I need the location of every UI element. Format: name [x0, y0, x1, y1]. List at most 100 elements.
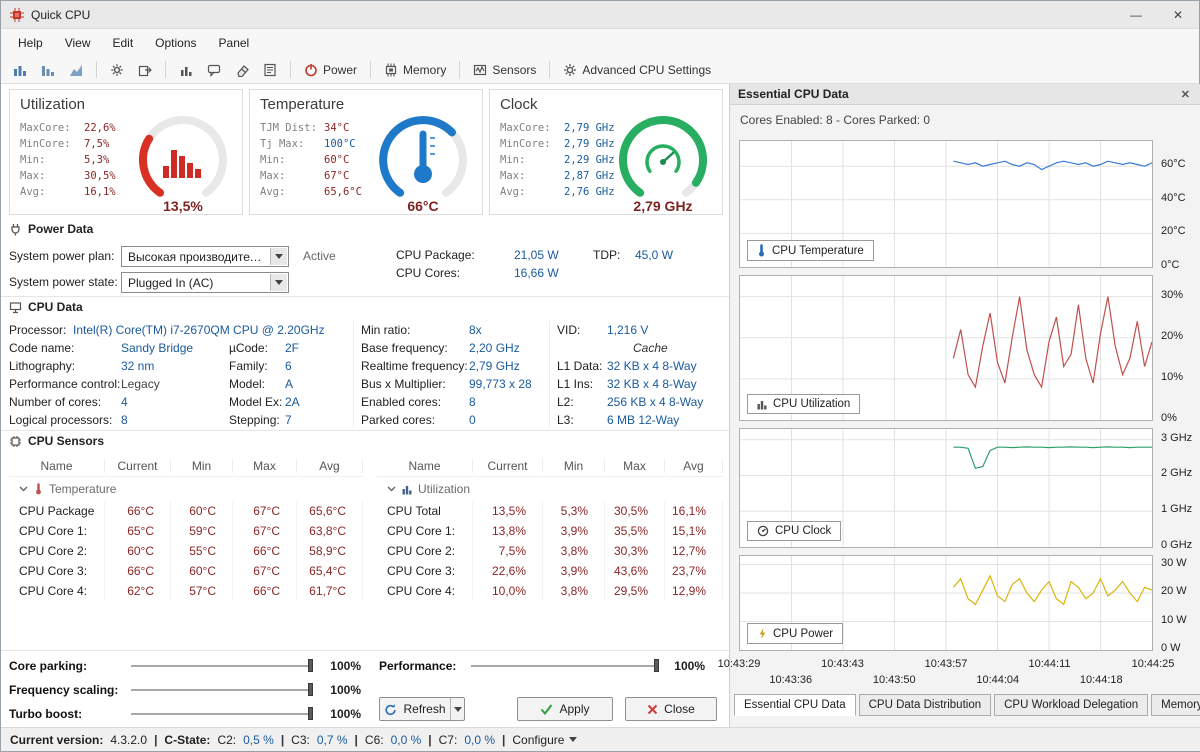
field-row: µCode: 2F: [229, 339, 300, 357]
slider-handle[interactable]: [308, 659, 313, 672]
table-row[interactable]: CPU Core 4: 10,0% 3,8% 29,5% 12,9%: [377, 581, 723, 601]
advanced-cpu-settings-button[interactable]: Advanced CPU Settings: [557, 60, 717, 80]
refresh-icon: [385, 703, 397, 715]
menu-edit[interactable]: Edit: [101, 32, 144, 54]
metrics-icon[interactable]: [173, 60, 199, 80]
performance-slider[interactable]: [471, 659, 659, 672]
menu-view[interactable]: View: [54, 32, 102, 54]
sensor-value: 13,5%: [473, 501, 543, 521]
table-row[interactable]: CPU Core 1: 65°C 59°C 67°C 63,8°C: [9, 521, 363, 541]
x-axis-tick-label: 10:43:36: [769, 674, 813, 686]
field-value: 8x: [469, 323, 482, 337]
table-row[interactable]: CPU Core 1: 13,8% 3,9% 35,5% 15,1%: [377, 521, 723, 541]
cpu-power-chart-label[interactable]: CPU Power: [747, 623, 844, 644]
col-current: Current: [473, 458, 543, 473]
bar-chart-icon: [757, 400, 767, 409]
power-plan-select[interactable]: Высокая производительность: [121, 246, 289, 267]
quick-cpu-window: Quick CPU — ✕ Help View Edit Options Pan…: [0, 0, 1200, 752]
close-button[interactable]: Close: [625, 697, 717, 721]
menu-help[interactable]: Help: [7, 32, 54, 54]
field-value: 45,0 W: [635, 248, 674, 262]
column-chart-icon[interactable]: [7, 60, 33, 80]
temperature-value: 66°C: [407, 198, 439, 214]
field-value: 7: [285, 413, 292, 427]
power-state-select[interactable]: Plugged In (AC): [121, 272, 289, 293]
export-icon[interactable]: [132, 60, 158, 80]
cpu-utilization-chart-label[interactable]: CPU Utilization: [747, 394, 861, 414]
turbo-boost-label: Turbo boost:: [9, 707, 83, 721]
chevron-down-icon: [569, 737, 578, 742]
x-axis-tick-label: 10:43:29: [717, 658, 761, 670]
table-row[interactable]: CPU Core 2: 60°C 55°C 66°C 58,9°C: [9, 541, 363, 561]
table-row[interactable]: CPU Core 4: 62°C 57°C 66°C 61,7°C: [9, 581, 363, 601]
c3-label: C3:: [291, 732, 310, 747]
panel-title: Essential CPU Data: [738, 87, 849, 101]
close-icon[interactable]: ✕: [1157, 1, 1199, 28]
chart-tag-label: CPU Clock: [775, 525, 832, 537]
tab-cpu-data-distribution[interactable]: CPU Data Distribution: [858, 694, 992, 716]
table-row[interactable]: CPU Core 3: 66°C 60°C 67°C 65,4°C: [9, 561, 363, 581]
gear-icon[interactable]: [104, 60, 130, 80]
menu-panel[interactable]: Panel: [208, 32, 261, 54]
power-plan-active-badge: Active: [303, 249, 336, 263]
cpu-data-section: CPU Data Processor: Intel(R) Core(TM) i7…: [1, 296, 729, 430]
table-row[interactable]: CPU Package 66°C 60°C 67°C 65,6°C: [9, 501, 363, 521]
turbo-boost-slider[interactable]: [131, 707, 313, 720]
sensor-name: CPU Core 1:: [377, 521, 473, 541]
refresh-dropdown[interactable]: [450, 698, 464, 720]
chart-y-axis: 60°C 40°C 20°C 0°C: [1159, 140, 1200, 271]
sensor-value: 66°C: [105, 501, 171, 521]
table-row[interactable]: CPU Core 3: 22,6% 3,9% 43,6% 23,7%: [377, 561, 723, 581]
title-bar: Quick CPU — ✕: [1, 1, 1199, 29]
sensor-value: 3,8%: [543, 581, 605, 601]
power-button-label: Power: [323, 62, 358, 77]
bar-graph-icon[interactable]: [35, 60, 61, 80]
y-axis-tick-label: 2 GHz: [1161, 467, 1193, 480]
slider-handle[interactable]: [654, 659, 659, 672]
eraser-icon[interactable]: [229, 60, 255, 80]
configure-menu[interactable]: Configure: [512, 733, 578, 747]
sensor-value: 57°C: [171, 581, 233, 601]
field-value: 2,20 GHz: [469, 341, 520, 355]
field-row: Number of cores: 4: [9, 393, 193, 411]
comment-icon[interactable]: [201, 60, 227, 80]
panel-close-icon[interactable]: ✕: [1178, 88, 1193, 101]
tab-cpu-workload-delegation[interactable]: CPU Workload Delegation: [994, 694, 1149, 716]
field-value: 16,1%: [84, 186, 116, 198]
log-icon[interactable]: [257, 60, 283, 80]
area-chart-icon[interactable]: [63, 60, 89, 80]
x-axis-tick-label: 10:43:57: [924, 658, 968, 670]
y-axis-tick-label: 20 W: [1161, 585, 1187, 598]
table-row[interactable]: CPU Core 2: 7,5% 3,8% 30,3% 12,7%: [377, 541, 723, 561]
temperature-group-row[interactable]: Temperature: [9, 477, 363, 501]
cpu-clock-chart-label[interactable]: CPU Clock: [747, 521, 842, 541]
field-row: Avg: 65,6°C: [260, 184, 362, 200]
core-parking-slider[interactable]: [131, 659, 313, 672]
slider-handle[interactable]: [308, 707, 313, 720]
table-row[interactable]: CPU Total 13,5% 5,3% 30,5% 16,1%: [377, 501, 723, 521]
refresh-button[interactable]: Refresh: [379, 697, 465, 721]
power-plan-value: Высокая производительность: [128, 249, 266, 264]
apply-button[interactable]: Apply: [517, 697, 613, 721]
frequency-scaling-slider[interactable]: [131, 683, 313, 696]
sensor-value: 22,6%: [473, 561, 543, 581]
sensor-value: 67°C: [233, 561, 297, 581]
power-data-section: Power Data System power plan: Высокая пр…: [1, 220, 729, 296]
sensor-name: CPU Core 3:: [377, 561, 473, 581]
chart-y-axis: 30 W 20 W 10 W 0 W: [1159, 555, 1200, 654]
tab-essential-cpu-data[interactable]: Essential CPU Data: [734, 694, 856, 716]
menu-options[interactable]: Options: [144, 32, 207, 54]
sensor-name: CPU Core 3:: [9, 561, 105, 581]
memory-chip-icon: [385, 63, 397, 76]
sensors-button[interactable]: Sensors: [467, 60, 542, 80]
x-axis-tick-label: 10:43:50: [872, 674, 916, 686]
chevron-down-icon: [19, 486, 28, 492]
cpu-temperature-chart-label[interactable]: CPU Temperature: [747, 240, 874, 261]
separator: |: [154, 732, 158, 747]
utilization-group-row[interactable]: Utilization: [377, 477, 723, 501]
minimize-icon[interactable]: —: [1115, 1, 1157, 28]
memory-button[interactable]: Memory: [378, 60, 452, 80]
tab-memory-data[interactable]: Memory Data: [1151, 694, 1200, 716]
slider-handle[interactable]: [308, 683, 313, 696]
power-button[interactable]: Power: [298, 59, 363, 80]
